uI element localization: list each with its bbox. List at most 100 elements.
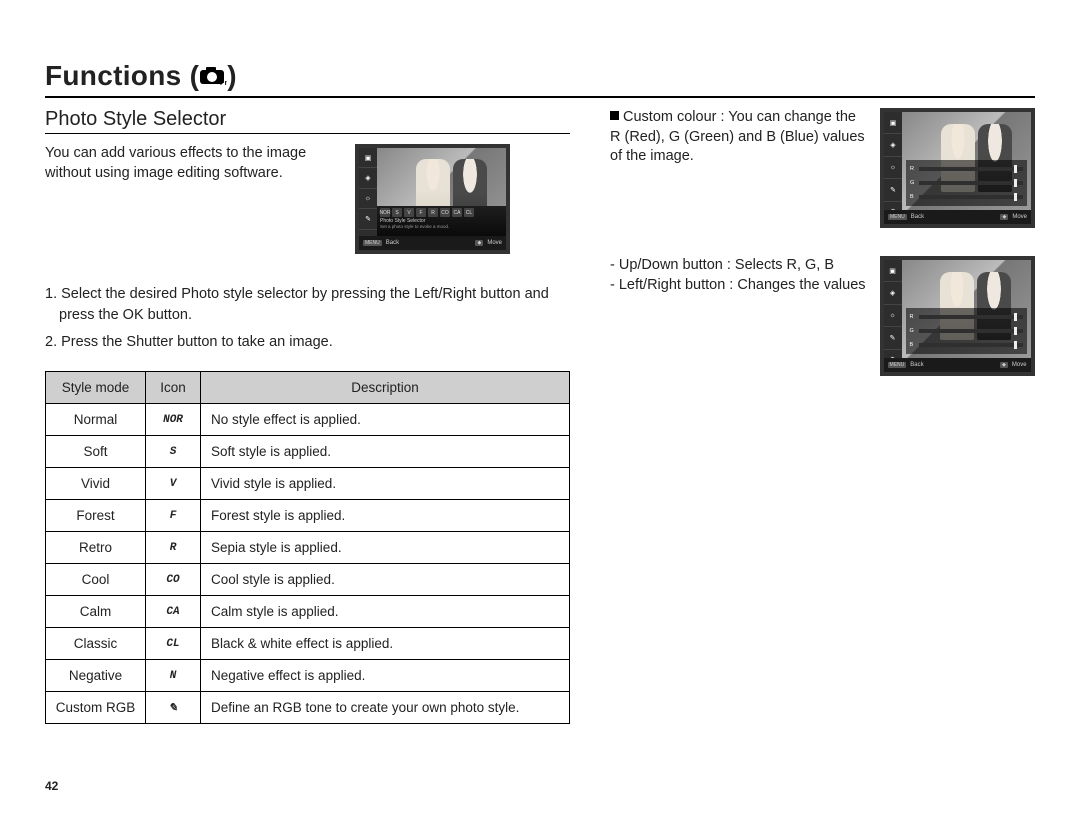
table-row: Custom RGB✎Define an RGB tone to create … <box>46 692 570 724</box>
lcd-label-move: Move <box>487 240 502 246</box>
cell-style-mode: Normal <box>46 404 146 436</box>
cell-style-mode: Retro <box>46 532 146 564</box>
lcd-label-back: Back <box>911 214 924 220</box>
cell-icon: F <box>146 500 201 532</box>
lcd-label-move: Move <box>1012 214 1027 220</box>
th-style-mode: Style mode <box>46 372 146 404</box>
rgb-slider-label: G <box>910 180 916 186</box>
intro-text: You can add various effects to the image… <box>45 144 345 254</box>
style-thumb-icon: NOR <box>380 208 390 217</box>
style-thumb-icon: V <box>404 208 414 217</box>
cell-description: Calm style is applied. <box>201 596 570 628</box>
steps-list: 1. Select the desired Photo style select… <box>45 284 570 353</box>
page-title-text: Functions <box>45 60 181 91</box>
cell-description: Forest style is applied. <box>201 500 570 532</box>
page-title: Functions ( Fn ) <box>45 60 237 92</box>
page-number: 42 <box>45 779 58 793</box>
table-row: ForestFForest style is applied. <box>46 500 570 532</box>
cell-description: No style effect is applied. <box>201 404 570 436</box>
lcd-screenshot-custom-rgb-1: ▣◈☼✎⚙ RGB MENU Back ◆ Move <box>880 108 1035 228</box>
table-row: ClassicCLBlack & white effect is applied… <box>46 628 570 660</box>
table-row: NegativeNNegative effect is applied. <box>46 660 570 692</box>
rgb-slider-label: B <box>910 342 916 348</box>
cell-icon: R <box>146 532 201 564</box>
custom-colour-text: Custom colour : You can change the R (Re… <box>610 108 866 228</box>
step-2: 2. Press the Shutter button to take an i… <box>45 332 570 353</box>
style-thumb-icon: CL <box>464 208 474 217</box>
right-column: Custom colour : You can change the R (Re… <box>610 108 1035 724</box>
cell-description: Sepia style is applied. <box>201 532 570 564</box>
cell-style-mode: Custom RGB <box>46 692 146 724</box>
style-thumb-icon: CA <box>452 208 462 217</box>
lcd-key-move: ◆ <box>1000 362 1008 368</box>
rgb-slider-label: G <box>910 328 916 334</box>
cell-icon: V <box>146 468 201 500</box>
rgb-slider-label: R <box>910 314 916 320</box>
control-line-1: - Up/Down button : Selects R, G, B <box>610 256 866 276</box>
table-row: VividVVivid style is applied. <box>46 468 570 500</box>
rgb-slider-bar <box>919 329 1023 333</box>
lcd-strip-subtitle: Set a photo style to evoke a mood. <box>380 224 503 229</box>
rgb-slider-bar <box>919 343 1023 347</box>
cell-style-mode: Cool <box>46 564 146 596</box>
rgb-slider-row: B <box>910 194 1023 200</box>
control-line-2: - Left/Right button : Changes the values <box>610 276 866 296</box>
table-row: SoftSSoft style is applied. <box>46 436 570 468</box>
custom-colour-label: Custom colour : You can change the R (Re… <box>610 109 865 164</box>
rgb-slider-bar <box>919 181 1023 185</box>
table-row: NormalNORNo style effect is applied. <box>46 404 570 436</box>
cell-description: Define an RGB tone to create your own ph… <box>201 692 570 724</box>
cell-icon: ✎ <box>146 692 201 724</box>
cell-style-mode: Calm <box>46 596 146 628</box>
cell-style-mode: Soft <box>46 436 146 468</box>
rgb-slider-row: G <box>910 328 1023 334</box>
lcd-label-back: Back <box>910 362 923 368</box>
lcd-screenshot-custom-rgb-2: ▣◈☼✎⚙ RGB MENU Back ◆ Move <box>880 256 1035 376</box>
cell-icon: CL <box>146 628 201 660</box>
lcd-screenshot-style-selector: ▣◈☼✎⚙ NORSVFRCOCACL Photo Style Selector… <box>355 144 510 254</box>
th-icon: Icon <box>146 372 201 404</box>
cell-description: Black & white effect is applied. <box>201 628 570 660</box>
cell-description: Cool style is applied. <box>201 564 570 596</box>
lcd-key-menu: MENU <box>363 240 382 246</box>
cell-style-mode: Classic <box>46 628 146 660</box>
rgb-slider-row: R <box>910 314 1023 320</box>
lcd-label-back: Back <box>386 240 399 246</box>
style-thumb-icon: R <box>428 208 438 217</box>
lcd-key-menu: MENU <box>888 214 907 220</box>
rgb-slider-row: R <box>910 166 1023 172</box>
cell-icon: CA <box>146 596 201 628</box>
controls-text: - Up/Down button : Selects R, G, B - Lef… <box>610 256 866 376</box>
rgb-slider-bar <box>919 315 1023 319</box>
cell-icon: S <box>146 436 201 468</box>
cell-icon: NOR <box>146 404 201 436</box>
cell-style-mode: Forest <box>46 500 146 532</box>
rgb-slider-row: B <box>910 342 1023 348</box>
camera-fn-icon: ( Fn ) <box>190 60 237 92</box>
table-row: CoolCOCool style is applied. <box>46 564 570 596</box>
cell-style-mode: Vivid <box>46 468 146 500</box>
cell-description: Vivid style is applied. <box>201 468 570 500</box>
style-thumb-icon: CO <box>440 208 450 217</box>
style-table: Style mode Icon Description NormalNORNo … <box>45 371 570 724</box>
rgb-slider-label: B <box>910 194 916 200</box>
cell-icon: N <box>146 660 201 692</box>
rgb-slider-bar <box>919 195 1023 199</box>
lcd-key-menu: MENU <box>888 362 907 368</box>
cell-icon: CO <box>146 564 201 596</box>
lcd-label-move: Move <box>1012 362 1027 368</box>
svg-text:Fn: Fn <box>220 80 227 86</box>
rgb-slider-bar <box>919 167 1023 171</box>
cell-description: Negative effect is applied. <box>201 660 570 692</box>
square-bullet-icon <box>610 111 619 120</box>
style-thumb-icon: F <box>416 208 426 217</box>
cell-description: Soft style is applied. <box>201 436 570 468</box>
cell-style-mode: Negative <box>46 660 146 692</box>
subheading-photo-style: Photo Style Selector <box>45 108 570 134</box>
lcd-key-move: ◆ <box>1000 214 1008 220</box>
step-1: 1. Select the desired Photo style select… <box>45 284 570 326</box>
rgb-slider-label: R <box>910 166 916 172</box>
rgb-slider-row: G <box>910 180 1023 186</box>
table-row: CalmCACalm style is applied. <box>46 596 570 628</box>
th-description: Description <box>201 372 570 404</box>
